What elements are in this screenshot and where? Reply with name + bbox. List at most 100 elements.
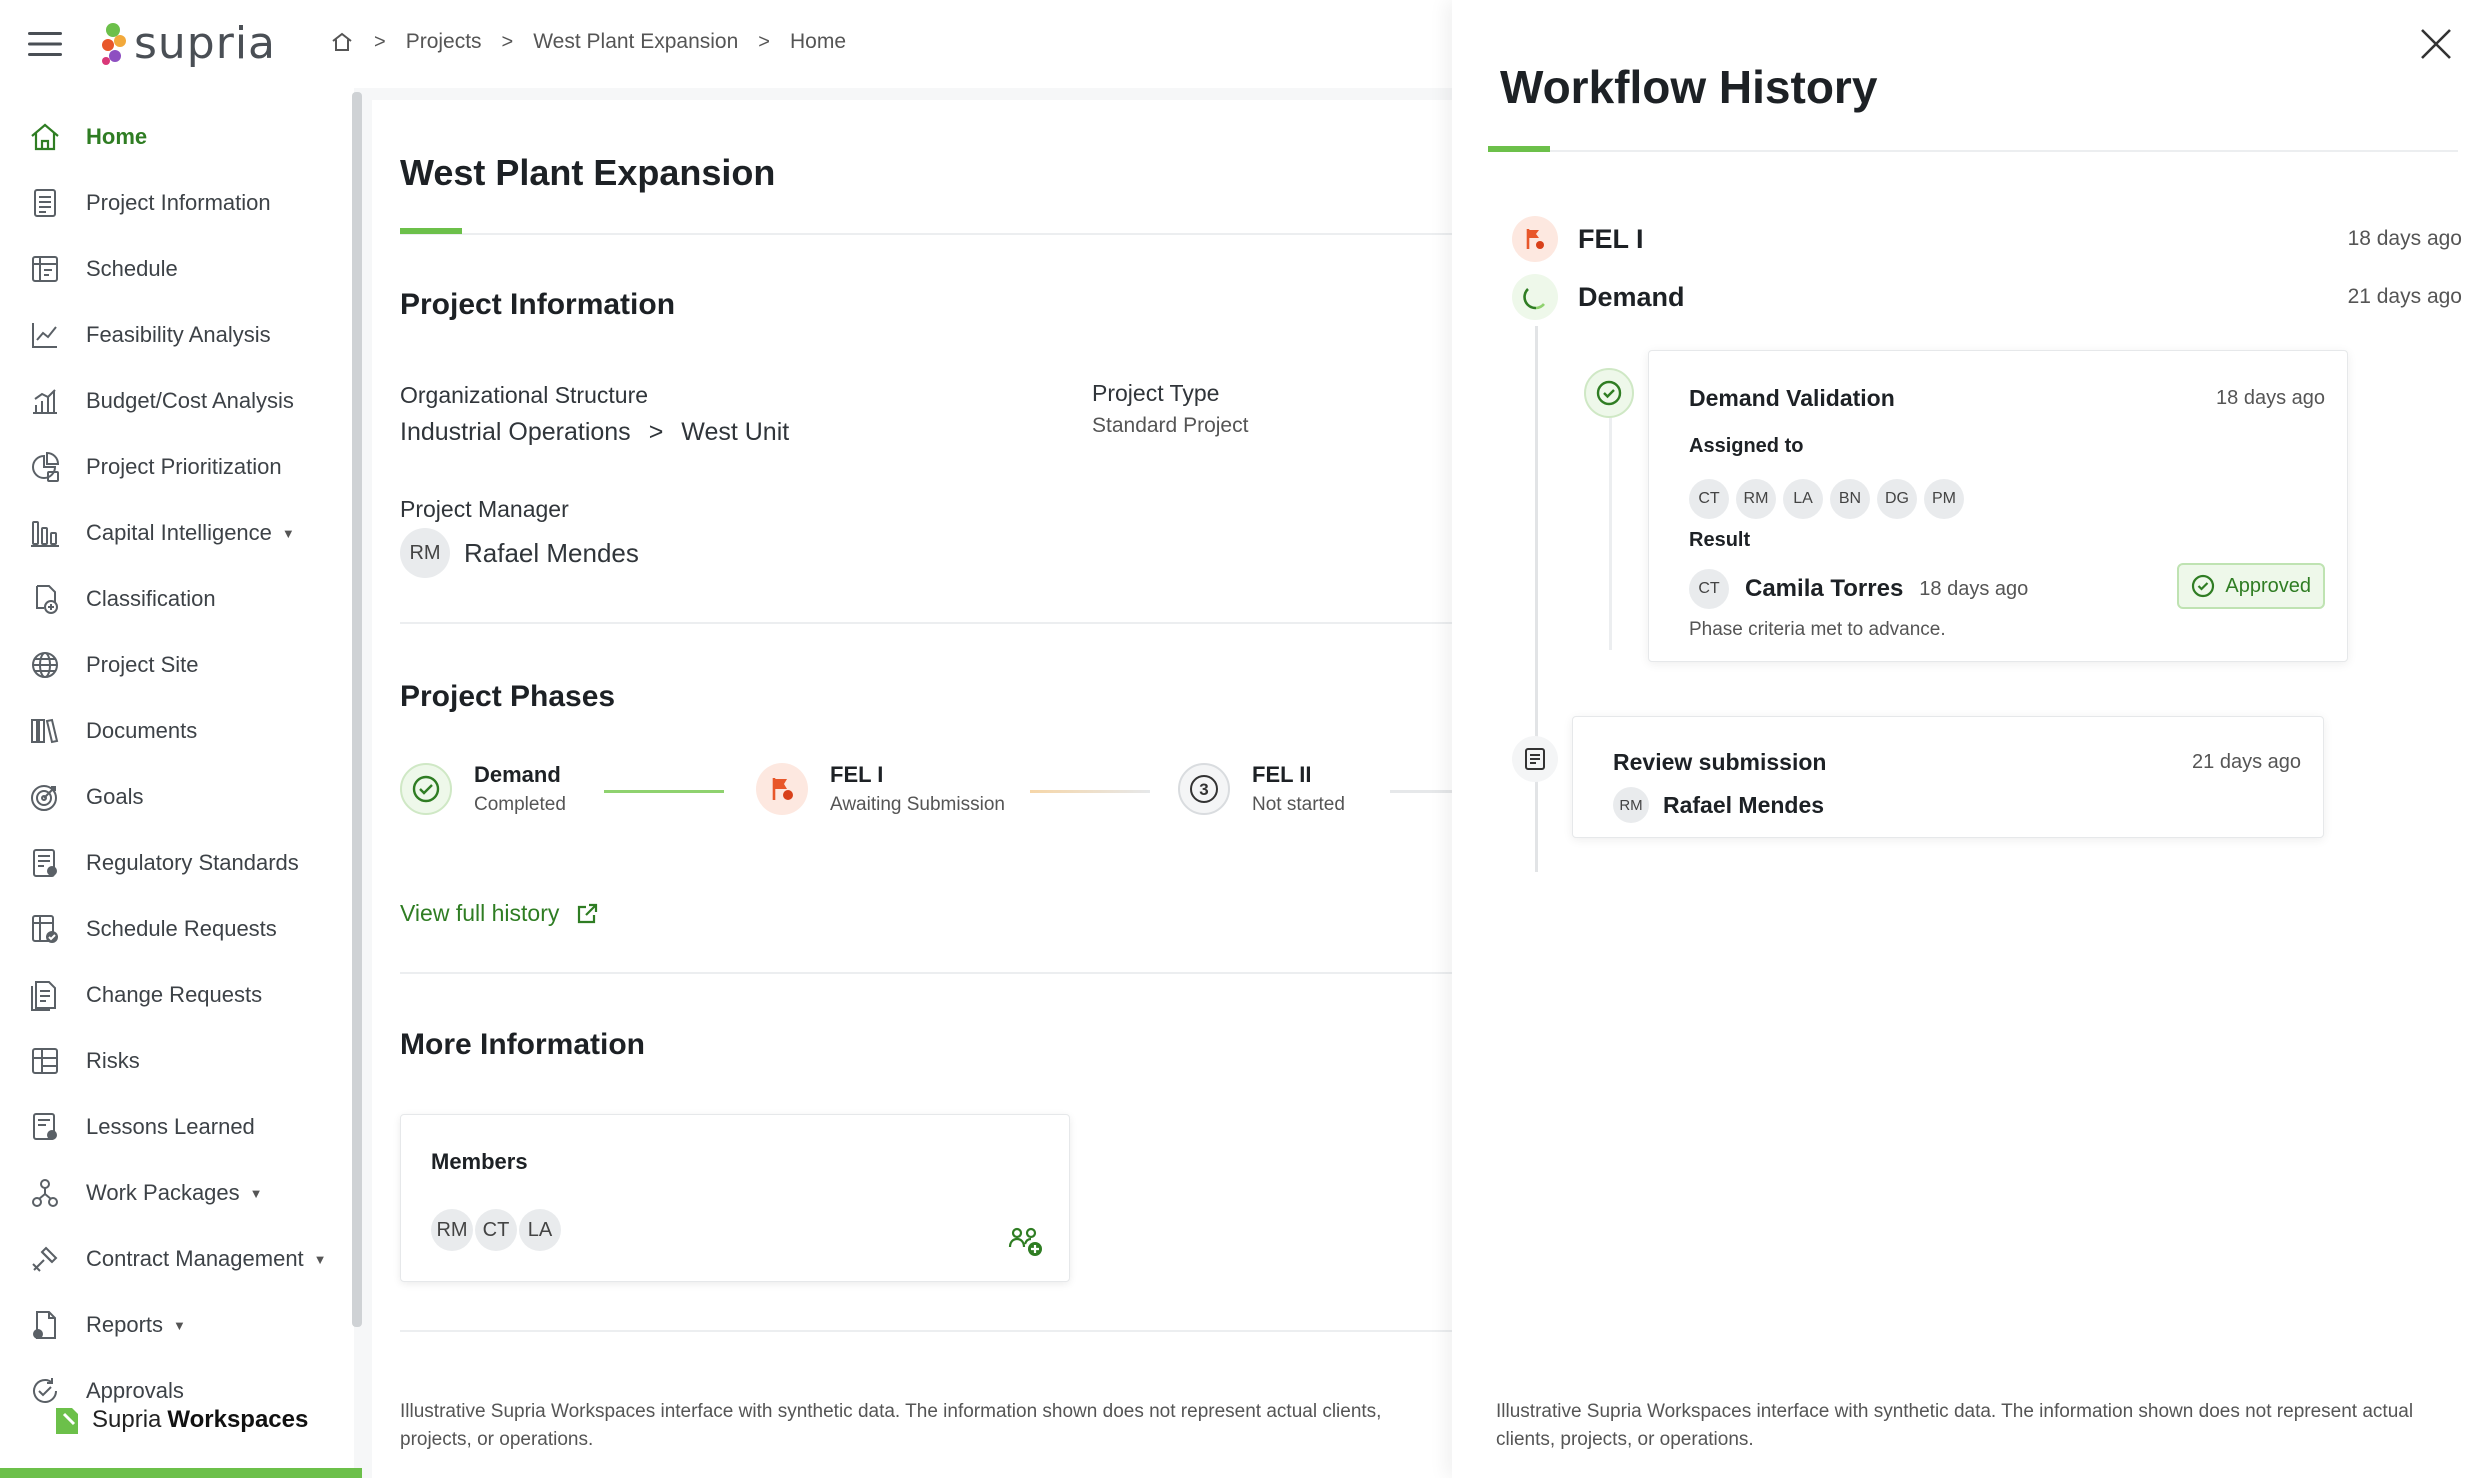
timeline-line [1535,326,1538,872]
chevron-down-icon[interactable]: ▼ [282,526,295,541]
sidebar-item-project-information[interactable]: Project Information [0,170,354,236]
sidebar-item-capital-intelligence[interactable]: Capital Intelligence ▼ [0,500,354,566]
sidebar-item-label: Goals [86,784,144,809]
sidebar-item-contract-management[interactable]: Contract Management ▼ [0,1226,354,1292]
sidebar-item-documents[interactable]: Documents [0,698,354,764]
avatar[interactable]: PM [1924,479,1964,519]
avatar[interactable]: RM [431,1209,473,1251]
sidebar-item-label: Reports [86,1312,164,1337]
sidebar-item-label: Feasibility Analysis [86,322,271,347]
avatar[interactable]: CT [1689,479,1729,519]
menu-icon[interactable] [28,30,62,58]
check-circle-icon [1584,368,1634,418]
check-circle-icon [400,763,452,815]
phase-status: Awaiting Submission [830,794,1005,815]
home-icon[interactable] [330,30,354,54]
phase-demand[interactable]: Demand Completed [400,762,566,816]
history-entry-fel-i[interactable]: FEL I 18 days ago [1512,216,2462,262]
sidebar-item-label: Schedule Requests [86,916,277,941]
history-entry-name: Demand [1578,281,1685,312]
disclaimer: Illustrative Supria Workspaces interface… [1496,1401,2414,1450]
sidebar-item-change-requests[interactable]: Change Requests [0,962,354,1028]
chevron-down-icon[interactable]: ▼ [173,1318,186,1333]
sidebar-item-label: Capital Intelligence [86,520,272,545]
workflow-history-panel: Workflow History FEL I 18 days ago Deman… [1452,0,2492,1478]
divider [400,972,1452,974]
result-reviewer: CT Camila Torres 18 days ago [1689,569,2028,609]
review-submission-card[interactable]: Review submission 21 days ago RM Rafael … [1572,716,2324,838]
home-icon [31,123,59,151]
history-entry-time: 21 days ago [2347,285,2462,308]
history-entry-demand[interactable]: Demand 21 days ago [1512,274,2462,320]
sidebar-item-goals[interactable]: Goals [0,764,354,830]
avatar[interactable]: LA [1783,479,1823,519]
sidebar-item-regulatory-standards[interactable]: Regulatory Standards [0,830,354,896]
org-separator: > [648,418,664,446]
workspace-name: Workspaces [167,1406,309,1433]
link-label: View full history [400,900,560,926]
phase-fel-i[interactable]: FEL I Awaiting Submission [756,762,1005,816]
chevron-down-icon[interactable]: ▼ [250,1186,263,1201]
view-full-history-link[interactable]: View full history [400,900,599,927]
avatar[interactable]: DG [1877,479,1917,519]
sidebar-item-schedule-requests[interactable]: Schedule Requests [0,896,354,962]
project-manager: RM Rafael Mendes [400,528,639,578]
sidebar-item-label: Budget/Cost Analysis [86,388,294,413]
sidebar-item-home[interactable]: Home [0,104,354,170]
close-icon[interactable] [2418,26,2454,62]
sidebar-item-work-packages[interactable]: Work Packages ▼ [0,1160,354,1226]
sidebar: Home Project Information Schedule Feasib… [0,88,362,1478]
regulatory-icon [33,849,57,877]
project-manager-label: Project Manager [400,496,569,522]
add-member-icon[interactable] [1007,1225,1045,1259]
members-card: Members RM CT LA [400,1114,1070,1282]
supria-logo[interactable]: supria [98,18,276,69]
sidebar-item-classification[interactable]: Classification [0,566,354,632]
avatar[interactable]: CT [475,1209,517,1251]
breadcrumb-separator: > [374,30,386,53]
sidebar-item-label: Risks [86,1048,140,1073]
sidebar-item-budget-cost-analysis[interactable]: Budget/Cost Analysis [0,368,354,434]
sidebar-item-feasibility-analysis[interactable]: Feasibility Analysis [0,302,354,368]
org-structure-label: Organizational Structure [400,382,649,408]
breadcrumb-separator: > [501,30,514,53]
sidebar-item-label: Project Prioritization [86,454,282,479]
workspace-logo-icon [56,1408,78,1434]
breadcrumb-separator: > [758,30,770,53]
breadcrumb-home[interactable]: Home [790,30,846,54]
member-avatars: RM CT LA [431,1209,563,1251]
sidebar-item-project-prioritization[interactable]: Project Prioritization [0,434,354,500]
panel-title: Workflow History [1500,61,1878,113]
workspace-switcher[interactable]: Supria Workspaces [52,1404,308,1436]
sidebar-item-risks[interactable]: Risks [0,1028,354,1094]
breadcrumb-projects[interactable]: Projects [406,30,482,54]
workspace-brand: Supria [92,1406,162,1433]
phase-connector [1390,790,1452,793]
flag-icon [1512,216,1558,262]
assignee-avatars: CT RM LA BN DG PM [1689,479,1971,519]
avatar[interactable]: BN [1830,479,1870,519]
phase-fel-ii[interactable]: 3 FEL II Not started [1178,762,1345,816]
sidebar-item-lessons-learned[interactable]: Lessons Learned [0,1094,354,1160]
schedule-request-icon [32,915,58,943]
sidebar-item-schedule[interactable]: Schedule [0,236,354,302]
avatar[interactable]: LA [519,1209,561,1251]
sidebar-item-project-site[interactable]: Project Site [0,632,354,698]
org-unit: Industrial Operations [400,418,631,446]
breadcrumb-project[interactable]: West Plant Expansion [533,30,738,54]
submitter-name: Rafael Mendes [1663,791,1825,818]
avatar[interactable]: RM [1736,479,1776,519]
change-request-icon [31,981,56,1011]
phase-name: FEL I [830,762,884,787]
work-package-icon [32,1179,58,1207]
contract-icon [32,1246,58,1272]
timeline-line [1609,418,1612,650]
chevron-down-icon[interactable]: ▼ [314,1252,327,1267]
approval-icon [33,1378,57,1403]
sidebar-item-reports[interactable]: Reports ▼ [0,1292,354,1358]
project-phases-heading: Project Phases [400,680,616,713]
books-icon [31,718,59,744]
phase-status: Not started [1252,794,1345,815]
result-label: Result [1689,529,1751,551]
sidebar-scrollbar[interactable] [352,92,362,1327]
